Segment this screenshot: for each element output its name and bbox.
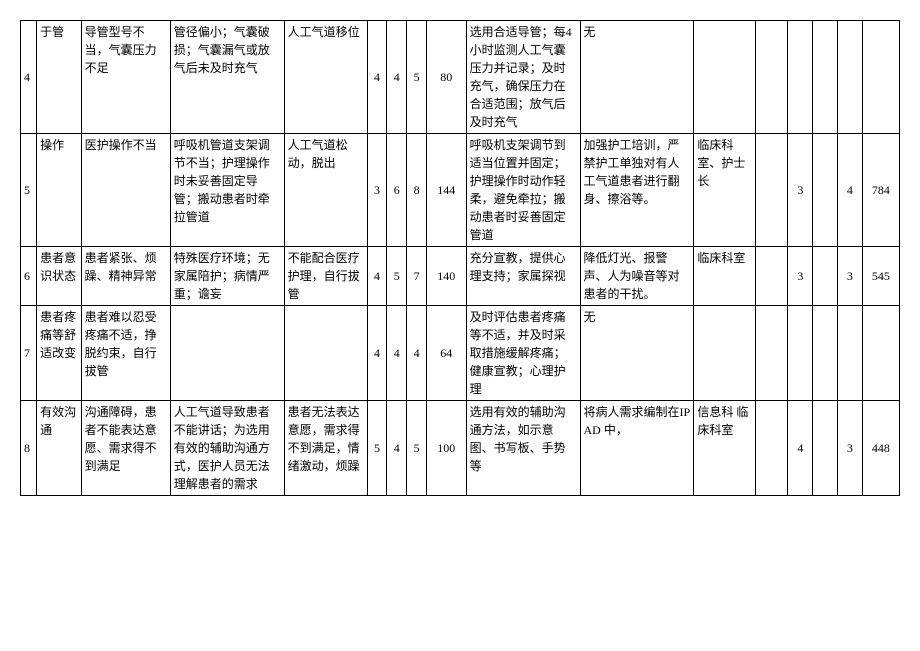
severity2 (788, 306, 813, 401)
severity: 4 (367, 247, 387, 306)
severity: 4 (367, 21, 387, 134)
category: 有效沟通 (37, 401, 82, 496)
rpn2: 784 (862, 134, 899, 247)
table-row: 6患者意识状态患者紧张、烦躁、精神异常特殊医疗环境；无家属陪护；病情严重；谵妄不… (21, 247, 900, 306)
rpn2: 448 (862, 401, 899, 496)
row-index: 8 (21, 401, 37, 496)
fmea-table: 4于管导管型号不当，气囊压力不足管径偏小；气囊破损；气囊漏气或放气后未及时充气人… (20, 20, 900, 496)
recommended-action: 选用有效的辅助沟通方法，如示意图、书写板、手势等 (466, 401, 580, 496)
potential-effect: 不能配合医疗护理，自行拔管 (284, 247, 367, 306)
rpn: 144 (427, 134, 467, 247)
failure-mode: 患者紧张、烦躁、精神异常 (81, 247, 170, 306)
potential-effect (284, 306, 367, 401)
occurrence2 (813, 247, 838, 306)
responsible-dept (694, 306, 756, 401)
responsible-dept (694, 21, 756, 134)
detection2: 3 (837, 401, 862, 496)
occurrence: 6 (387, 134, 407, 247)
rpn: 80 (427, 21, 467, 134)
detection: 5 (407, 401, 427, 496)
recommended-action: 及时评估患者疼痛等不适，并及时采取措施缓解疼痛；健康宣教；心理护理 (466, 306, 580, 401)
occurrence: 5 (387, 247, 407, 306)
failure-mode: 沟通障碍，患者不能表达意愿、需求得不到满足 (81, 401, 170, 496)
taken-measure: 降低灯光、报警声、人为噪音等对患者的干扰。 (580, 247, 694, 306)
table-row: 8有效沟通沟通障碍，患者不能表达意愿、需求得不到满足人工气道导致患者不能讲话；为… (21, 401, 900, 496)
severity: 5 (367, 401, 387, 496)
row-index: 5 (21, 134, 37, 247)
detection: 4 (407, 306, 427, 401)
potential-effect: 人工气道松动，脱出 (284, 134, 367, 247)
failure-mode: 医护操作不当 (81, 134, 170, 247)
potential-cause (170, 306, 284, 401)
failure-mode: 患者难以忍受疼痛不适，挣脱约束，自行拔管 (81, 306, 170, 401)
severity2: 3 (788, 134, 813, 247)
occurrence2 (813, 401, 838, 496)
occurrence2 (813, 134, 838, 247)
recommended-action: 呼吸机支架调节到适当位置并固定；护理操作时动作轻柔，避免牵拉；搬动患者时妥善固定… (466, 134, 580, 247)
potential-cause: 呼吸机管道支架调节不当；护理操作时未妥善固定导管；搬动患者时牵拉管道 (170, 134, 284, 247)
recommended-action: 充分宣教，提供心理支持；家属探视 (466, 247, 580, 306)
potential-cause: 人工气道导致患者不能讲话；为选用有效的辅助沟通方式，医护人员无法理解患者的需求 (170, 401, 284, 496)
responsible-dept: 信息科 临床科室 (694, 401, 756, 496)
row-index: 4 (21, 21, 37, 134)
table-row: 7患者疼痛等舒适改变患者难以忍受疼痛不适，挣脱约束，自行拔管44464及时评估患… (21, 306, 900, 401)
severity: 3 (367, 134, 387, 247)
rpn2 (862, 21, 899, 134)
severity: 4 (367, 306, 387, 401)
rpn: 100 (427, 401, 467, 496)
detection: 7 (407, 247, 427, 306)
spacer (756, 134, 788, 247)
occurrence2 (813, 21, 838, 134)
occurrence2 (813, 306, 838, 401)
detection2: 4 (837, 134, 862, 247)
taken-measure: 加强护工培训，严禁护工单独对有人工气道患者进行翻身、擦浴等。 (580, 134, 694, 247)
detection: 5 (407, 21, 427, 134)
potential-effect: 患者无法表达意愿，需求得不到满足，情绪激动，烦躁 (284, 401, 367, 496)
table-row: 4于管导管型号不当，气囊压力不足管径偏小；气囊破损；气囊漏气或放气后未及时充气人… (21, 21, 900, 134)
potential-cause: 管径偏小；气囊破损；气囊漏气或放气后未及时充气 (170, 21, 284, 134)
detection: 8 (407, 134, 427, 247)
potential-cause: 特殊医疗环境；无家属陪护；病情严重；谵妄 (170, 247, 284, 306)
severity2: 4 (788, 401, 813, 496)
table-row: 5操作医护操作不当呼吸机管道支架调节不当；护理操作时未妥善固定导管；搬动患者时牵… (21, 134, 900, 247)
spacer (756, 306, 788, 401)
taken-measure: 将病人需求编制在IPAD 中， (580, 401, 694, 496)
detection2 (837, 306, 862, 401)
category: 操作 (37, 134, 82, 247)
detection2: 3 (837, 247, 862, 306)
rpn2: 545 (862, 247, 899, 306)
taken-measure: 无 (580, 306, 694, 401)
recommended-action: 选用合适导管；每4 小时监测人工气囊压力并记录；及时充气，确保压力在合适范围；放… (466, 21, 580, 134)
severity2: 3 (788, 247, 813, 306)
category: 患者意识状态 (37, 247, 82, 306)
occurrence: 4 (387, 21, 407, 134)
row-index: 6 (21, 247, 37, 306)
category: 于管 (37, 21, 82, 134)
rpn2 (862, 306, 899, 401)
category: 患者疼痛等舒适改变 (37, 306, 82, 401)
taken-measure: 无 (580, 21, 694, 134)
responsible-dept: 临床科室 (694, 247, 756, 306)
potential-effect: 人工气道移位 (284, 21, 367, 134)
spacer (756, 247, 788, 306)
detection2 (837, 21, 862, 134)
spacer (756, 21, 788, 134)
failure-mode: 导管型号不当，气囊压力不足 (81, 21, 170, 134)
occurrence: 4 (387, 306, 407, 401)
rpn: 64 (427, 306, 467, 401)
responsible-dept: 临床科室、护士长 (694, 134, 756, 247)
spacer (756, 401, 788, 496)
row-index: 7 (21, 306, 37, 401)
rpn: 140 (427, 247, 467, 306)
severity2 (788, 21, 813, 134)
occurrence: 4 (387, 401, 407, 496)
